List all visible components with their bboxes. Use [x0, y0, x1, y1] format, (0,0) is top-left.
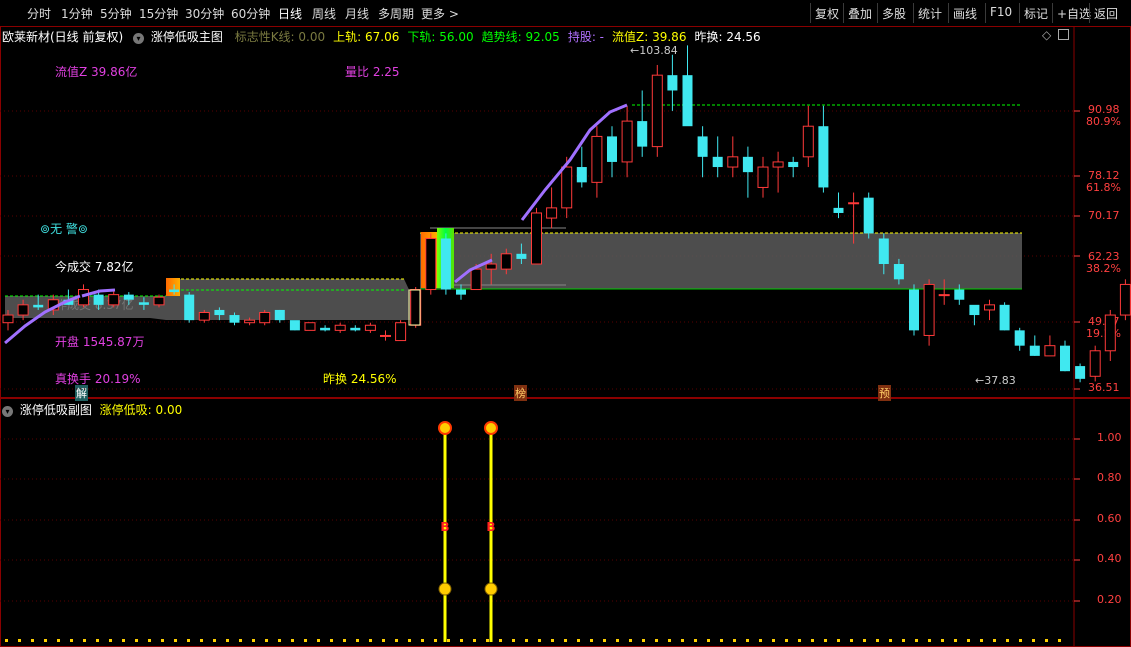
open-label: 开盘 1545.87万: [55, 335, 145, 349]
chevron-down-icon[interactable]: ▾: [133, 33, 145, 44]
indicator-param: 下轨: 56.00: [407, 30, 474, 44]
period-tab[interactable]: 1分钟: [61, 5, 93, 22]
ring-icon: ⊚: [77, 222, 88, 236]
box-icon[interactable]: [1058, 29, 1069, 40]
period-toolbar: 分时 1分钟 5分钟 15分钟 30分钟 60分钟 日线 周线 月线 多周期 更多 > 复权 叠加 多股统…: [0, 0, 1131, 27]
period-tab[interactable]: 月线: [345, 5, 369, 22]
diamond-icon[interactable]: ◇: [1042, 28, 1051, 42]
ring-icon: ⊚: [40, 222, 51, 236]
toolbar-button[interactable]: 画线: [953, 5, 977, 22]
yesterday-turnover-label: 昨成交 8.37亿: [55, 298, 134, 312]
main-chart-panel: [0, 26, 1131, 398]
toolbar-separator: [1052, 3, 1053, 23]
toolbar-separator: [985, 3, 986, 23]
sub-indicator-name[interactable]: 涨停低吸副图: [20, 403, 92, 417]
indicator-param: 持股: -: [567, 30, 605, 44]
toolbar-button[interactable]: 复权: [815, 5, 839, 22]
toolbar-separator: [913, 3, 914, 23]
high-price-label: ←103.84: [630, 44, 678, 57]
indicator-param: 流值Z: 39.86: [612, 30, 687, 44]
period-tab[interactable]: 15分钟: [139, 5, 178, 22]
period-tab[interactable]: 更多 >: [421, 5, 459, 22]
period-tab[interactable]: 周线: [312, 5, 336, 22]
pct-axis-label: 61.8%: [1086, 180, 1121, 194]
indicator-param: 昨换: 24.56: [694, 30, 761, 44]
marker-bang[interactable]: 榜: [514, 385, 527, 401]
toolbar-button[interactable]: 统计: [918, 5, 942, 22]
pct-axis-label: 19.1%: [1086, 327, 1121, 341]
main-indicator-name[interactable]: 涨停低吸主图: [151, 30, 223, 44]
toolbar-button[interactable]: 叠加: [848, 5, 872, 22]
toolbar-button[interactable]: +自选: [1057, 5, 1091, 22]
indicator-param: 趋势线: 92.05: [481, 30, 560, 44]
stock-title[interactable]: 欧莱新材(日线 前复权): [2, 30, 123, 44]
chevron-down-icon[interactable]: ▾: [2, 406, 13, 417]
toolbar-separator: [877, 3, 878, 23]
toolbar-button[interactable]: F10: [990, 5, 1012, 19]
toolbar-separator: [843, 3, 844, 23]
sub-axis-label: 0.20: [1097, 593, 1122, 606]
price-axis-label: 36.51: [1088, 381, 1120, 394]
toolbar-separator: [1089, 3, 1090, 23]
toolbar-button[interactable]: 多股: [882, 5, 906, 22]
price-axis-label: 70.17: [1088, 209, 1120, 223]
sub-axis-label: 0.80: [1097, 471, 1122, 484]
toolbar-button[interactable]: 标记: [1024, 5, 1048, 22]
marker-jie[interactable]: 解: [75, 385, 88, 401]
yesterday-turn-rate-label: 昨换 24.56%: [323, 372, 397, 386]
pct-axis-label: 80.9%: [1086, 115, 1121, 128]
period-tab[interactable]: 多周期: [378, 5, 414, 22]
main-chart-header: 欧莱新材(日线 前复权) ▾ 涨停低吸主图 标志性K线: 0.00 上轨: 67.…: [2, 28, 761, 44]
low-price-label: ←37.83: [975, 374, 1016, 387]
toolbar-button[interactable]: 返回: [1094, 5, 1118, 22]
toolbar-separator: [810, 3, 811, 23]
toolbar-separator: [948, 3, 949, 23]
sub-chart-panel: [0, 398, 1131, 647]
period-tab[interactable]: 30分钟: [185, 5, 224, 22]
sub-chart-header: ▾ 涨停低吸副图 涨停低吸: 0.00: [2, 401, 182, 418]
period-tab[interactable]: 5分钟: [100, 5, 132, 22]
sub-axis-label: 1.00: [1097, 431, 1122, 444]
today-turnover-label: 今成交 7.82亿: [55, 260, 134, 274]
period-tab[interactable]: 日线: [278, 5, 302, 22]
sub-axis-label: 0.60: [1097, 512, 1122, 525]
float-cap-label: 流值Z 39.86亿: [55, 65, 138, 79]
pct-axis-label: 38.2%: [1086, 261, 1121, 275]
no-warning-label: ⊚无 警⊚: [40, 222, 88, 236]
indicator-param: 标志性K线: 0.00: [234, 30, 326, 44]
period-tab[interactable]: 分时: [27, 5, 51, 22]
indicator-param: 上轨: 67.06: [333, 30, 400, 44]
sub-indicator-value: 0.00: [155, 403, 183, 417]
volume-ratio-label: 量比 2.25: [345, 65, 400, 79]
sub-axis-label: 0.40: [1097, 552, 1122, 565]
period-tab[interactable]: 60分钟: [231, 5, 270, 22]
sub-indicator-label: 涨停低吸:: [99, 403, 152, 417]
real-turnover-label: 真换手 20.19%: [55, 372, 141, 386]
marker-yu[interactable]: 预: [878, 385, 891, 401]
toolbar-separator: [1019, 3, 1020, 23]
